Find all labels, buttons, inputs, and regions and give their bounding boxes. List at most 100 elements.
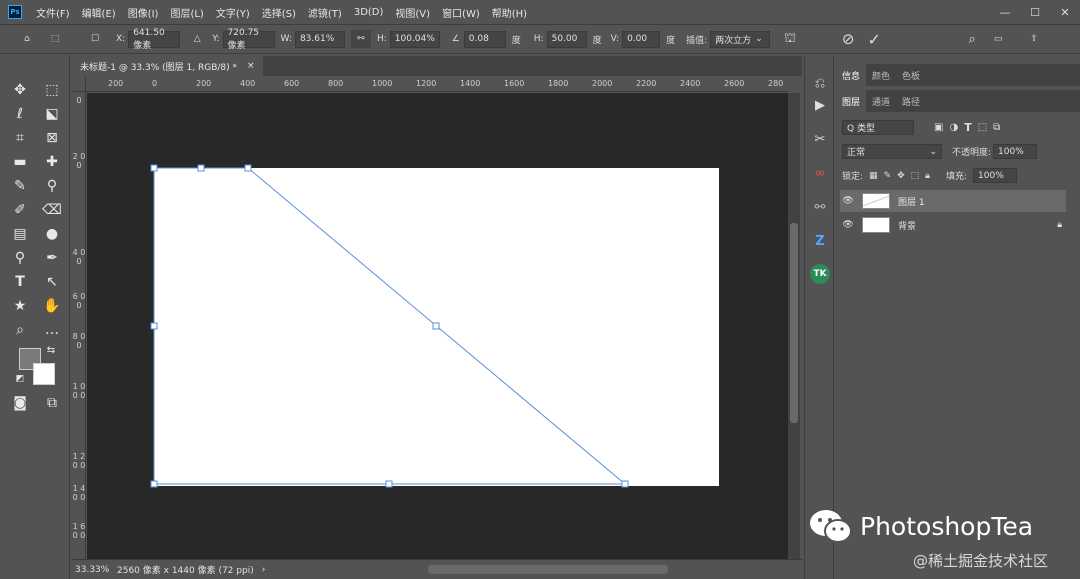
menu-image[interactable]: 图像(I) [122,5,165,20]
height-field[interactable]: 100.04% [389,30,440,48]
dodge-tool-icon[interactable]: ⚲ [8,247,32,269]
filter-adjust-icon[interactable]: ◑ [949,122,958,133]
menu-file[interactable]: 文件(F) [30,5,76,20]
background-color-swatch[interactable] [33,363,55,385]
link-icon[interactable]: ⚯ [350,30,371,48]
vertical-scrollbar[interactable] [788,93,800,559]
visibility-eye-icon[interactable]: 👁︎ [840,220,856,230]
transform-overlay[interactable] [87,93,788,559]
brush-tool-icon[interactable]: ✎ [8,175,32,197]
reference-point-icon[interactable]: ☐ [88,34,102,44]
tab-swatches[interactable]: 色板 [896,64,926,86]
tab-channels[interactable]: 通道 [866,90,896,112]
close-tab-icon[interactable]: × [247,61,255,71]
menu-layer[interactable]: 图层(L) [164,5,209,20]
share-icon[interactable]: ⇪ [1024,34,1044,44]
plugin-infinity-icon[interactable]: ∞ [809,162,831,184]
layer-filter-select[interactable]: Q 类型 [842,120,914,135]
tools-preset-icon[interactable]: ✂ [809,128,831,150]
handle-bottom-right[interactable] [621,480,629,488]
transform-tool-icon[interactable]: ⬚ [44,34,66,44]
minimize-icon[interactable]: — [990,0,1020,24]
horizontal-scroll-thumb[interactable] [428,565,668,574]
x-field[interactable]: 641.50 像素 [128,28,181,51]
layer-row[interactable]: 👁︎ 图层 1 [840,190,1066,212]
vertical-scroll-thumb[interactable] [790,223,798,423]
search-icon[interactable]: ⌕ [962,32,982,47]
layer-name[interactable]: 背景 [898,219,916,232]
handle-middle-left[interactable] [150,322,158,330]
shape-tool-icon[interactable]: ★ [8,295,32,317]
more-tools-icon[interactable]: … [40,319,64,341]
blend-mode-select[interactable]: 正常 ⌄ [842,144,942,159]
workspace-icon[interactable]: ▭ [988,34,1008,44]
tab-paths[interactable]: 路径 [896,90,926,112]
handle-top-right[interactable] [244,164,252,172]
menu-3d[interactable]: 3D(D) [348,7,390,18]
filter-pixel-icon[interactable]: ▣ [934,122,943,133]
layer-name[interactable]: 图层 1 [898,195,925,208]
fill-field[interactable]: 100% [973,168,1018,183]
canvas-workspace[interactable] [87,93,788,559]
lasso-tool-icon[interactable]: ℓ [8,103,32,125]
path-select-icon[interactable]: ↖ [40,271,64,293]
maximize-icon[interactable]: ☐ [1020,0,1050,24]
menu-help[interactable]: 帮助(H) [486,5,533,20]
filter-shape-icon[interactable]: ⬚ [978,122,987,133]
commit-transform-icon[interactable]: ✓ [864,30,884,49]
y-field[interactable]: 720.75 像素 [222,28,275,51]
filter-type-icon[interactable]: T [964,121,972,134]
frame-tool-icon[interactable]: ⊠ [40,127,64,149]
tab-info[interactable]: 信息 [836,64,867,86]
handle-top-middle[interactable] [197,164,205,172]
plugin-tk-icon[interactable]: TK [810,264,830,284]
stamp-tool-icon[interactable]: ⚲ [40,175,64,197]
swap-colors-icon[interactable]: ⇆ [44,343,58,357]
menu-window[interactable]: 窗口(W) [436,5,486,20]
lock-all-icon[interactable]: 🔒︎ [925,171,930,181]
layer-row[interactable]: 👁︎ 背景 🔒︎ [840,214,1066,236]
close-icon[interactable]: ✕ [1050,0,1080,24]
cancel-transform-icon[interactable]: ⊘ [838,30,858,48]
hskew-field[interactable]: 50.00 [546,30,587,48]
menu-edit[interactable]: 编辑(E) [76,5,122,20]
link-plugin-icon[interactable]: ⚯ [809,196,831,218]
history-icon[interactable]: ⎌ [809,72,831,94]
gradient-tool-icon[interactable]: ▤ [8,223,32,245]
ruler-tool-icon[interactable]: ▬ [8,151,32,173]
width-field[interactable]: 83.61% [294,30,345,48]
status-menu-icon[interactable]: › [262,565,266,575]
menu-select[interactable]: 选择(S) [256,5,302,20]
eraser-tool-icon[interactable]: ⌫ [40,199,64,221]
hand-tool-icon[interactable]: ✋ [40,295,64,317]
relative-position-icon[interactable]: △ [188,34,206,44]
blur-tool-icon[interactable]: ● [40,223,64,245]
lock-paint-icon[interactable]: ✎ [884,171,892,181]
lock-artboard-icon[interactable]: ⬚ [911,171,920,181]
menu-type[interactable]: 文字(Y) [210,5,256,20]
zoom-level[interactable]: 33.33% [75,565,113,575]
handle-middle-right[interactable] [432,322,440,330]
actions-play-icon[interactable]: ▶ [809,94,831,116]
warp-mode-icon[interactable]: ⛫ [780,31,800,48]
lock-position-icon[interactable]: ✥ [897,171,905,181]
zoom-tool-icon[interactable]: ⌕ [8,319,32,341]
quick-mask-icon[interactable]: ◙ [8,392,32,414]
home-icon[interactable]: ⌂ [16,34,38,44]
crop-tool-icon[interactable]: ⌗ [8,127,32,149]
lock-pixels-icon[interactable]: ▦ [869,171,878,181]
default-colors-icon[interactable]: ◩ [14,373,26,385]
tab-color[interactable]: 颜色 [866,64,896,86]
tab-layers[interactable]: 图层 [836,90,867,112]
pen-tool-icon[interactable]: ✒ [40,247,64,269]
screen-mode-icon[interactable]: ⧉ [40,392,64,414]
filter-smart-icon[interactable]: ⧉ [993,122,1000,133]
type-tool-icon[interactable]: T [8,271,32,293]
menu-view[interactable]: 视图(V) [389,5,436,20]
visibility-eye-icon[interactable]: 👁︎ [840,196,856,206]
healing-brush-icon[interactable]: ✚ [40,151,64,173]
handle-top-left[interactable] [150,164,158,172]
object-select-tool-icon[interactable]: ⬕ [40,103,64,125]
move-tool-icon[interactable]: ✥ [8,79,32,101]
marquee-tool-icon[interactable]: ⬚ [40,79,64,101]
